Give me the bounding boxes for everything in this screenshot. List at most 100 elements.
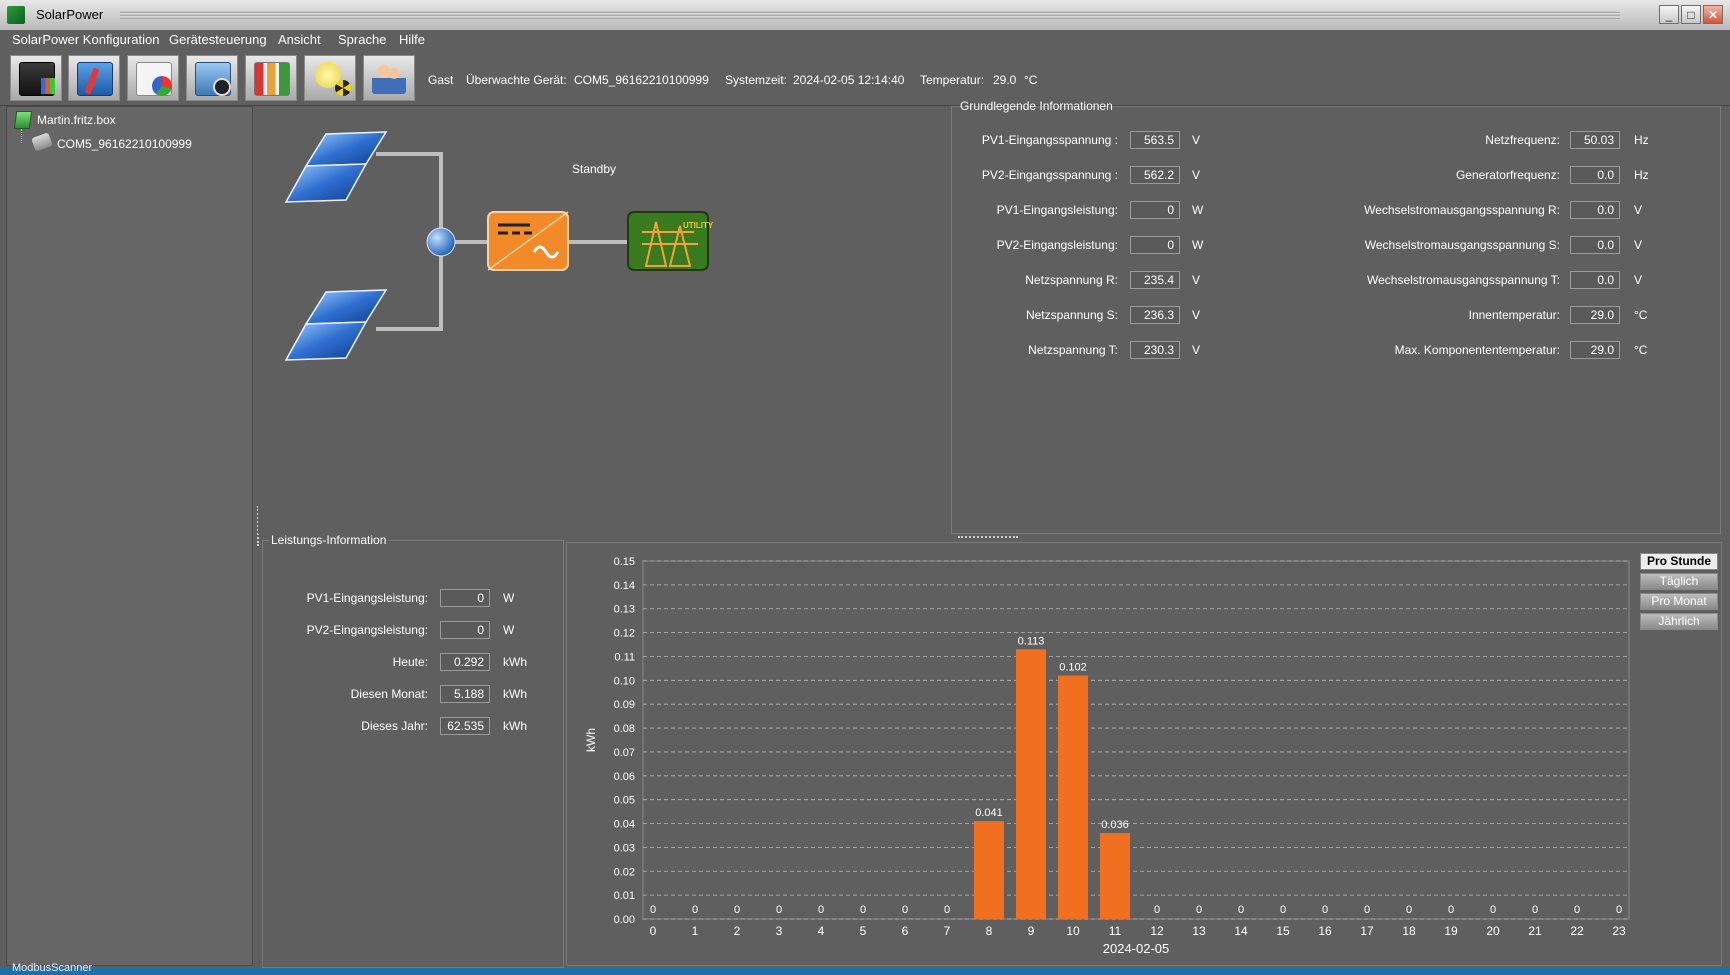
menu-konfiguration[interactable]: SolarPower Konfiguration [12,32,159,47]
basic-right-value: 0.0 [1570,166,1620,184]
x-tick-label: 1 [692,924,699,938]
basic-right-label: Wechselstromausgangsspannung S: [1364,238,1560,252]
y-tick-label: 0.12 [614,628,635,640]
maximize-button[interactable]: □ [1681,5,1701,24]
utility-label: UTILITY [683,221,714,230]
menu-hilfe[interactable]: Hilfe [399,32,425,47]
basic-right-label: Generatorfrequenz: [1455,168,1560,182]
monitor-button[interactable] [10,55,62,101]
power-info-title: Leistungs-Information [269,533,389,547]
basic-left-value: 563.5 [1130,131,1180,149]
basic-left-label: PV1-Eingangsspannung : [981,133,1118,147]
bar-value-label: 0 [1616,904,1622,916]
bar-value-label: 0 [902,904,908,916]
power-value: 0 [440,621,490,639]
plot-area [642,560,1630,920]
basic-info-panel: Grundlegende Informationen PV1-Eingangss… [951,99,1721,534]
basic-right-value: 0.0 [1570,201,1620,219]
y-tick-label: 0.03 [614,842,635,854]
power-label: Dieses Jahr: [361,719,428,733]
x-tick-label: 0 [650,924,657,938]
basic-left-label: Netzspannung T: [1028,343,1118,357]
bar-value-label: 0 [776,904,782,916]
bar-value-label: 0 [1280,904,1286,916]
basic-right-value: 29.0 [1570,306,1620,324]
tree-node-device[interactable]: COM5_96162210100999 [57,137,192,151]
tree-node-root[interactable]: Martin.fritz.box [37,113,116,127]
x-tick-label: 12 [1150,924,1164,938]
system-time-label: Systemzeit: [725,73,788,87]
x-tick-label: 16 [1318,924,1332,938]
report-button[interactable] [127,55,179,101]
camera-button[interactable] [186,55,238,101]
period-tab[interactable]: Pro Monat [1640,593,1718,610]
x-tick-label: 18 [1402,924,1416,938]
users-icon [372,62,406,94]
power-label: Diesen Monat: [350,687,428,701]
bar-value-label: 0 [1490,904,1496,916]
power-info-panel: Leistungs-Information PV1-Eingangsleistu… [262,533,564,968]
basic-left-label: PV2-Eingangsspannung : [981,168,1118,182]
energy-bar-chart: 0.00 0.01 0.02 0.03 0.04 0.05 0.06 0.07 0.08 0.09… [584,556,1630,956]
menu-sprache[interactable]: Sprache [338,32,386,47]
basic-left-value: 0 [1130,201,1180,219]
config-button[interactable] [68,55,120,101]
bar-value-label: 0 [860,904,866,916]
minimize-button[interactable]: _ [1659,5,1679,24]
x-tick-label: 17 [1360,924,1374,938]
bar-value-label: 0 [818,904,824,916]
basic-right-label: Innentemperatur: [1468,308,1560,322]
y-tick-label: 0.06 [614,771,635,783]
power-value: 62.535 [440,717,490,735]
basic-left-value: 236.3 [1130,306,1180,324]
radiation-icon [335,80,351,96]
y-tick-label: 0.11 [614,651,635,663]
basic-right-label: Netzfrequenz: [1485,133,1560,147]
basic-right-label: Wechselstromausgangsspannung R: [1364,203,1560,217]
y-tick-label: 0.14 [614,580,635,592]
power-value: 0 [440,589,490,607]
x-tick-label: 19 [1444,924,1458,938]
taskbar-item[interactable]: ModbusScanner [12,962,92,974]
statistics-button[interactable] [245,55,297,101]
bar-value-label: 0 [734,904,740,916]
bar-value-label: 0 [1322,904,1328,916]
period-tab[interactable]: Täglich [1640,573,1718,590]
basic-left-unit: V [1192,308,1201,322]
close-button[interactable]: ✕ [1703,5,1723,24]
x-tick-label: 9 [1028,924,1035,938]
x-tick-label: 15 [1276,924,1290,938]
window-title: SolarPower [36,7,104,22]
power-unit: kWh [503,719,527,733]
basic-right-unit: V [1634,203,1643,217]
basic-left-label: Netzspannung S: [1025,308,1118,322]
y-tick-label: 0.00 [614,914,635,926]
menu-ansicht[interactable]: Ansicht [278,32,321,47]
basic-left-value: 562.2 [1130,166,1180,184]
basic-left-unit: W [1192,203,1204,217]
monitor-bars-icon [41,78,55,94]
bar-value-label: 0 [650,904,656,916]
bar-value-label: 0 [1364,904,1370,916]
x-tick-label: 13 [1192,924,1206,938]
bar-value-label: 0 [944,904,950,916]
basic-left-label: PV2-Eingangsleistung: [996,238,1118,252]
period-tab[interactable]: Jährlich [1640,613,1718,630]
status-text: Standby [572,162,616,176]
pv-panel-1-icon [284,131,388,203]
lens-icon [213,78,231,96]
basic-left-unit: V [1192,343,1201,357]
title-grip [120,11,1620,19]
menu-geraetesteuerung[interactable]: Gerätesteuerung [169,32,267,47]
y-tick-label: 0.08 [614,723,635,735]
x-tick-label: 3 [776,924,783,938]
x-tick-label: 10 [1066,924,1080,938]
inverter-icon [487,211,569,271]
alarm-button[interactable] [304,55,356,101]
flow-diagram-svg: UTILITY Standby [284,131,714,361]
basic-right-unit: °C [1634,308,1648,322]
users-button[interactable] [363,55,415,101]
flow-diagram: UTILITY Standby [258,106,950,534]
x-axis-label: 2024-02-05 [1103,941,1170,956]
period-tab[interactable]: Pro Stunde [1640,553,1718,570]
